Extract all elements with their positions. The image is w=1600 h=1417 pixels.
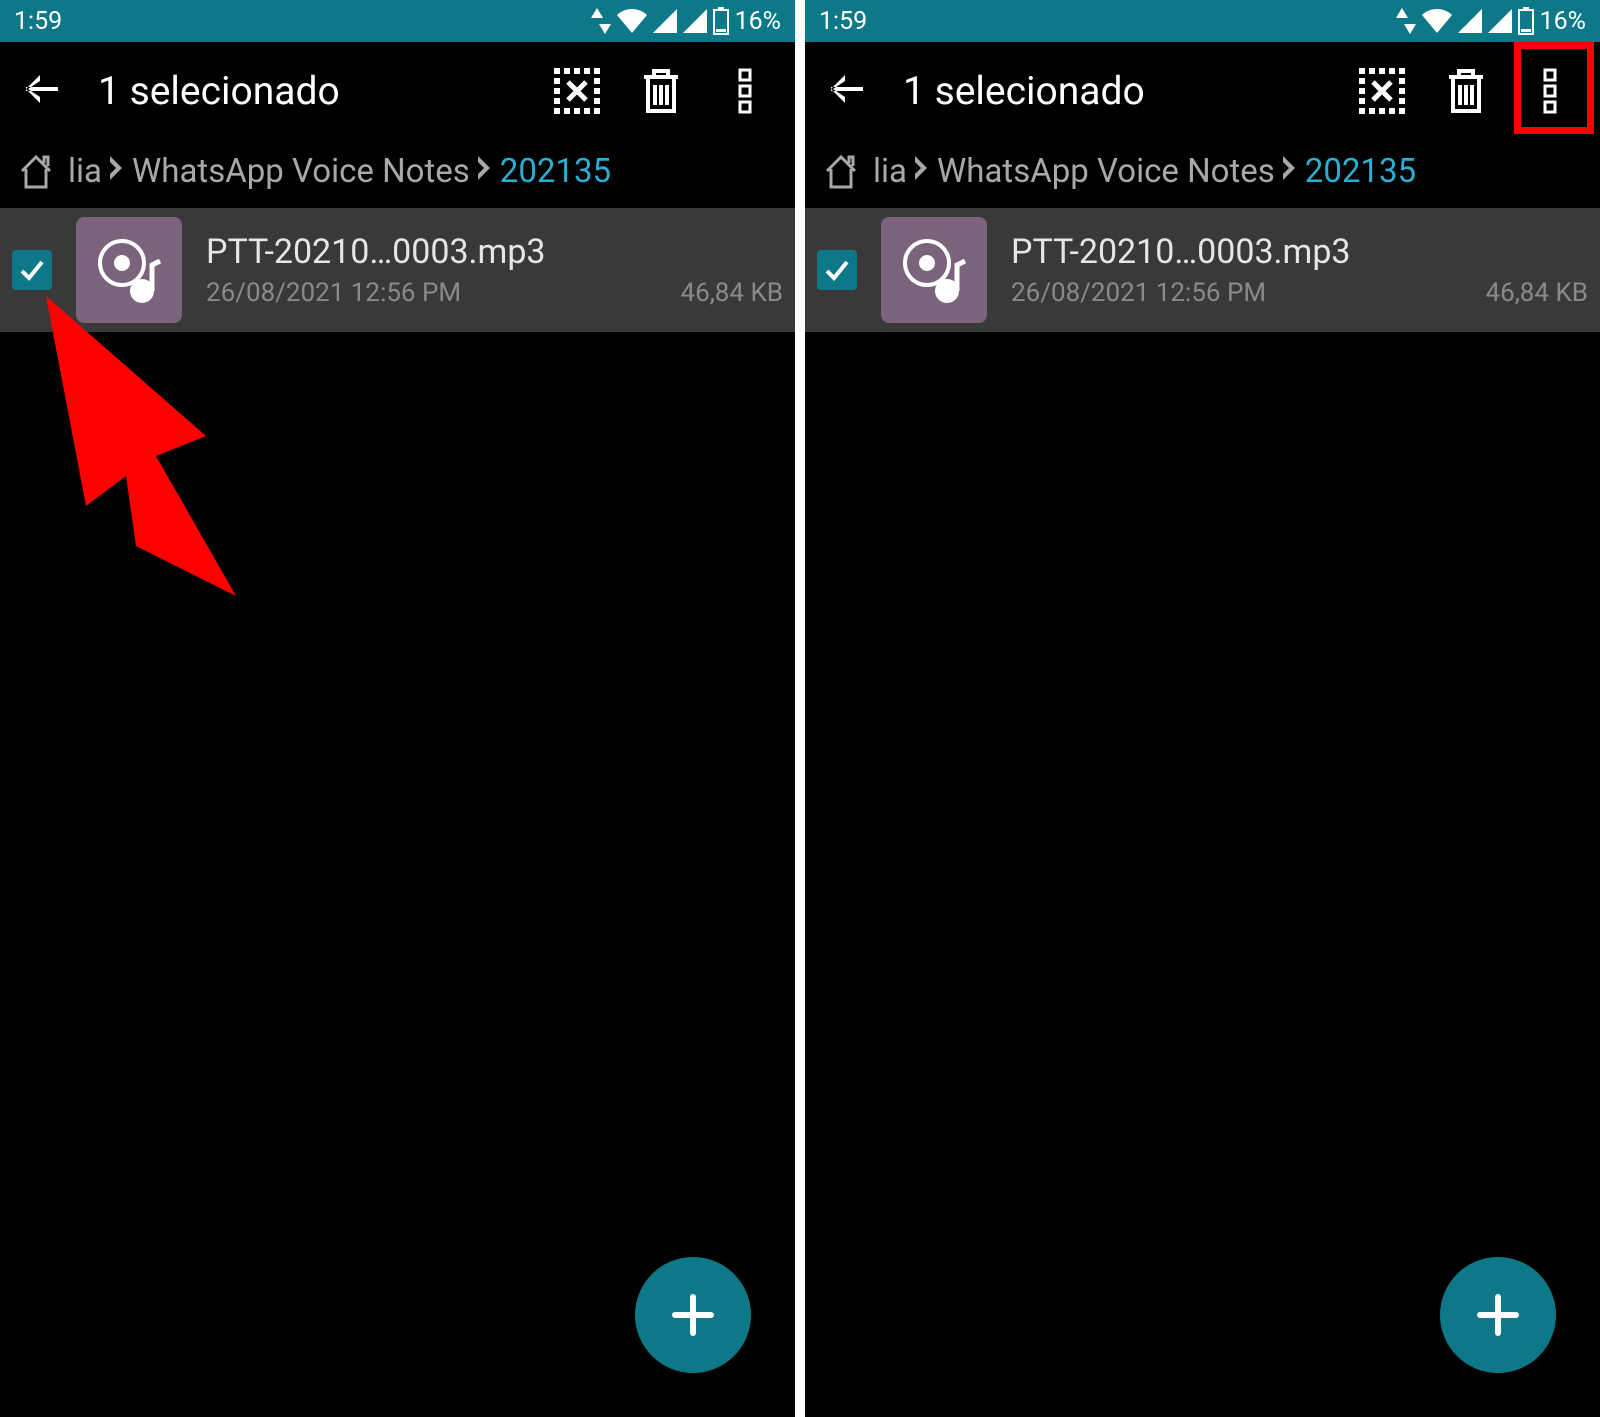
select-all-button[interactable] [1352, 61, 1412, 121]
chevron-icon [476, 152, 494, 191]
file-size: 46,84 KB [1485, 278, 1588, 308]
trash-icon [1445, 67, 1487, 115]
trash-icon [640, 67, 682, 115]
status-right: 16% [591, 7, 781, 36]
check-icon [823, 256, 851, 284]
file-name: PTT-20210…0003.mp3 [1011, 232, 1588, 272]
file-checkbox[interactable] [817, 250, 857, 290]
breadcrumb-folder[interactable]: WhatsApp Voice Notes [937, 152, 1275, 191]
home-icon[interactable] [16, 151, 56, 191]
signal-icon-2 [683, 9, 707, 33]
status-time: 1:59 [14, 7, 62, 36]
file-text: PTT-20210…0003.mp3 26/08/2021 12:56 PM 4… [1011, 232, 1588, 308]
toolbar-title: 1 selecionado [98, 68, 523, 114]
data-sync-icon [1396, 8, 1416, 34]
select-all-icon [1359, 68, 1405, 114]
back-arrow-icon [825, 69, 865, 109]
fab-add[interactable] [635, 1257, 751, 1373]
back-button[interactable] [825, 69, 865, 113]
file-date: 26/08/2021 12:56 PM [206, 278, 461, 308]
plus-icon [667, 1289, 719, 1341]
file-meta: 26/08/2021 12:56 PM 46,84 KB [206, 278, 783, 308]
signal-icon-1 [1458, 9, 1482, 33]
image-divider [795, 0, 805, 1417]
breadcrumb-current[interactable]: 202135 [500, 152, 611, 191]
home-icon[interactable] [821, 151, 861, 191]
status-bar: 1:59 16% [0, 0, 795, 42]
toolbar: 1 selecionado [0, 42, 795, 140]
plus-icon [1472, 1289, 1524, 1341]
signal-icon-2 [1488, 9, 1512, 33]
file-text: PTT-20210…0003.mp3 26/08/2021 12:56 PM 4… [206, 232, 783, 308]
toolbar: 1 selecionado [805, 42, 1600, 140]
breadcrumb-folder[interactable]: WhatsApp Voice Notes [132, 152, 470, 191]
status-time: 1:59 [819, 7, 867, 36]
chevron-icon [913, 152, 931, 191]
more-vert-icon [738, 68, 752, 114]
back-button[interactable] [20, 69, 60, 113]
battery-pct: 16% [735, 7, 781, 36]
back-arrow-icon [20, 69, 60, 109]
audio-icon [899, 235, 969, 305]
fab-add[interactable] [1440, 1257, 1556, 1373]
select-all-button[interactable] [547, 61, 607, 121]
status-bar: 1:59 16% [805, 0, 1600, 42]
breadcrumb-current[interactable]: 202135 [1305, 152, 1416, 191]
file-row[interactable]: PTT-20210…0003.mp3 26/08/2021 12:56 PM 4… [805, 208, 1600, 332]
select-all-icon [554, 68, 600, 114]
battery-icon [1518, 7, 1534, 35]
data-sync-icon [591, 8, 611, 34]
chevron-icon [108, 152, 126, 191]
phone-right: 1:59 16% 1 selecionado [805, 0, 1600, 1417]
chevron-icon [1281, 152, 1299, 191]
more-vert-icon [1543, 68, 1557, 114]
breadcrumb-partial: lia [873, 152, 907, 191]
battery-icon [713, 7, 729, 35]
wifi-icon [1422, 9, 1452, 33]
status-right: 16% [1396, 7, 1586, 36]
check-icon [18, 256, 46, 284]
breadcrumb[interactable]: lia WhatsApp Voice Notes 202135 [805, 140, 1600, 202]
file-checkbox[interactable] [12, 250, 52, 290]
file-size: 46,84 KB [680, 278, 783, 308]
file-meta: 26/08/2021 12:56 PM 46,84 KB [1011, 278, 1588, 308]
file-row[interactable]: PTT-20210…0003.mp3 26/08/2021 12:56 PM 4… [0, 208, 795, 332]
breadcrumb-partial: lia [68, 152, 102, 191]
audio-icon [94, 235, 164, 305]
toolbar-title: 1 selecionado [903, 68, 1328, 114]
more-button[interactable] [1520, 61, 1580, 121]
breadcrumb[interactable]: lia WhatsApp Voice Notes 202135 [0, 140, 795, 202]
file-thumbnail [881, 217, 987, 323]
file-name: PTT-20210…0003.mp3 [206, 232, 783, 272]
file-thumbnail [76, 217, 182, 323]
signal-icon-1 [653, 9, 677, 33]
delete-button[interactable] [1436, 61, 1496, 121]
annotation-arrow [26, 296, 286, 596]
file-date: 26/08/2021 12:56 PM [1011, 278, 1266, 308]
wifi-icon [617, 9, 647, 33]
more-button[interactable] [715, 61, 775, 121]
battery-pct: 16% [1540, 7, 1586, 36]
delete-button[interactable] [631, 61, 691, 121]
phone-left: 1:59 16% 1 selecionado [0, 0, 795, 1417]
